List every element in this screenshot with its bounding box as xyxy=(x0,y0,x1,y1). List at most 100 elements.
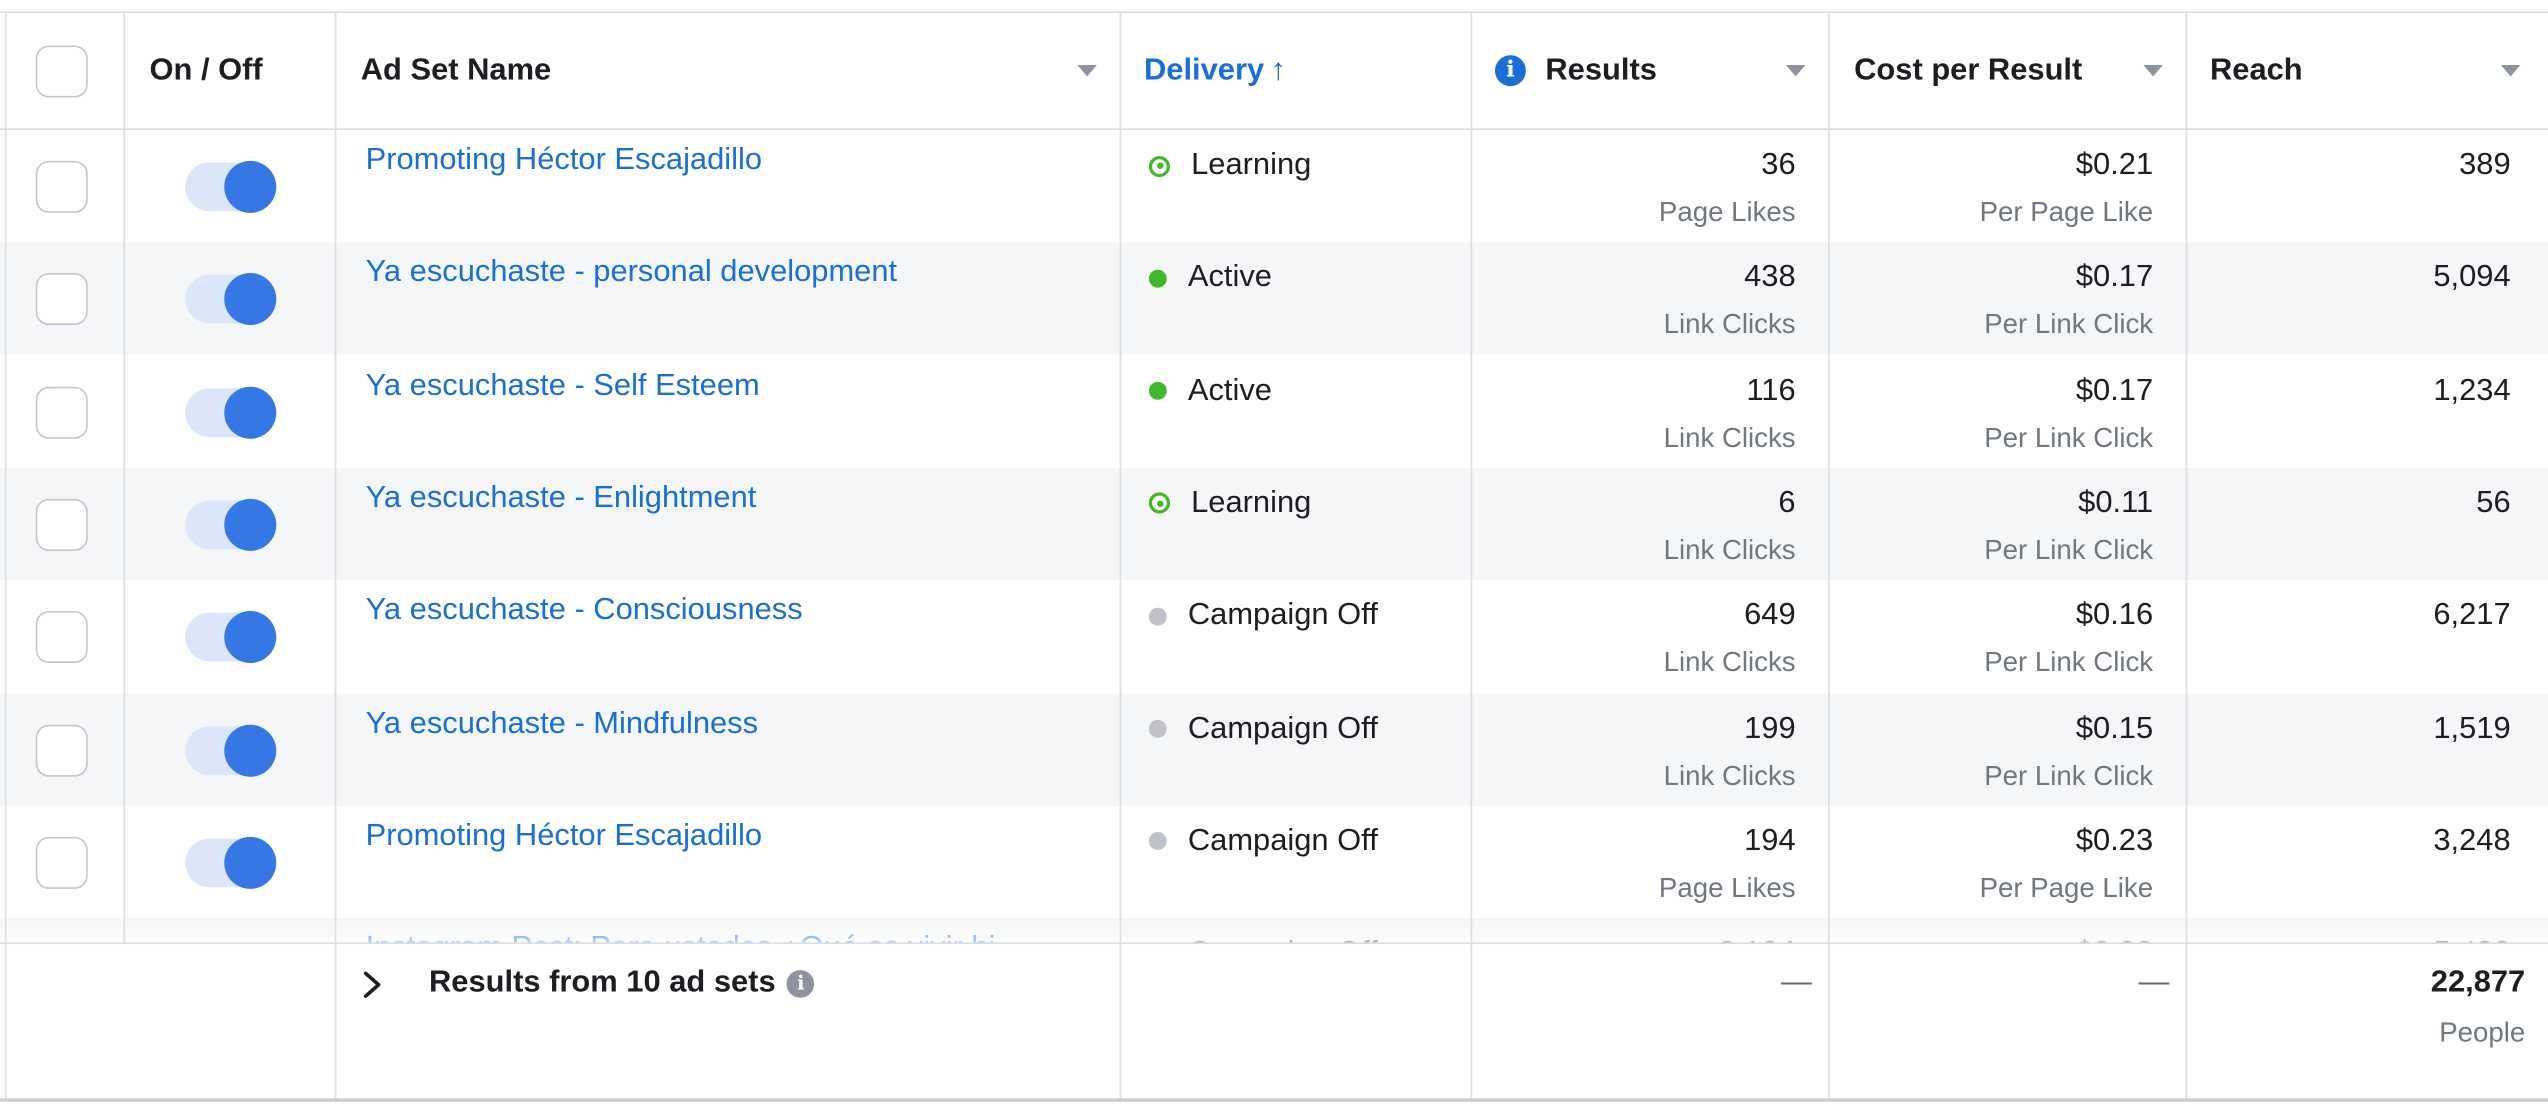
results-unit: Link Clicks xyxy=(1663,759,1796,791)
chevron-down-icon[interactable] xyxy=(1785,65,1806,77)
table-row[interactable]: Ya escuchaste - Consciousness Campaign Of… xyxy=(0,580,2548,692)
status-dot-icon xyxy=(1148,493,1170,515)
reach-value: 3,248 xyxy=(2433,823,2511,858)
table-row[interactable]: Promoting Héctor Escajadillo Learning 36 Pa… xyxy=(0,130,2548,242)
column-header-results-label: Results xyxy=(1545,52,1657,87)
on-off-toggle[interactable] xyxy=(185,273,277,326)
row-checkbox[interactable] xyxy=(35,498,88,551)
cost-per-result-value: $0.23 xyxy=(2075,823,2154,858)
reach-value: 56 xyxy=(2476,485,2511,520)
summary-cost: — xyxy=(2138,965,2170,1000)
cost-per-result-value: $0.21 xyxy=(2075,147,2154,182)
results-unit: Page Likes xyxy=(1658,196,1796,228)
delivery-status-label: Learning xyxy=(1191,485,1312,520)
cost-per-result-value: $0.11 xyxy=(2078,485,2154,520)
column-header-delivery[interactable]: Delivery ↑ xyxy=(1144,13,1286,128)
table-row[interactable]: Ya escuchaste - Mindfulness Campaign Off 1… xyxy=(0,693,2548,806)
on-off-toggle[interactable] xyxy=(185,611,277,664)
results-value: 36 xyxy=(1761,147,1796,182)
reach-value: 1,519 xyxy=(2433,710,2511,746)
row-checkbox[interactable] xyxy=(35,160,88,213)
column-divider xyxy=(334,13,337,1099)
row-checkbox[interactable] xyxy=(35,836,88,889)
results-value: 438 xyxy=(1744,260,1796,295)
column-header-reach[interactable]: Reach xyxy=(2210,13,2303,128)
results-unit: Link Clicks xyxy=(1663,309,1796,341)
ad-set-name-link[interactable]: Ya escuchaste - personal development xyxy=(366,256,898,292)
column-divider xyxy=(1828,13,1830,1099)
ad-set-name-link[interactable]: Ya escuchaste - Consciousness xyxy=(366,593,803,629)
delivery-status-label: Campaign Off xyxy=(1187,598,1378,633)
results-value: 649 xyxy=(1744,598,1796,633)
delivery-status: Active xyxy=(1148,373,1272,409)
chevron-down-icon[interactable] xyxy=(1077,65,1097,77)
delivery-status-label: Active xyxy=(1187,260,1272,295)
ad-sets-table: On / Off Ad Set Name Delivery ↑ i Result… xyxy=(0,0,2548,1107)
ad-set-name-link[interactable]: Promoting Héctor Escajadillo xyxy=(366,143,762,179)
cost-per-result-unit: Per Page Like xyxy=(1979,872,2154,904)
delivery-status: Learning xyxy=(1148,148,1311,184)
reach-value: 1,234 xyxy=(2433,373,2511,408)
status-dot-icon xyxy=(1148,269,1167,288)
column-header-ad-set-name[interactable]: Ad Set Name xyxy=(361,13,551,128)
toggle-knob xyxy=(224,273,277,326)
table-row[interactable]: Promoting Héctor Escajadillo Campaign Off… xyxy=(0,806,2548,918)
row-checkbox[interactable] xyxy=(35,723,88,776)
ad-set-name-link[interactable]: Promoting Héctor Escajadillo xyxy=(366,819,762,855)
column-header-results[interactable]: i Results xyxy=(1495,13,1657,128)
summary-label[interactable]: Results from 10 ad sets i xyxy=(429,965,815,1001)
cost-per-result-unit: Per Link Click xyxy=(1984,309,2154,341)
table-left-border xyxy=(4,13,7,1099)
info-icon[interactable]: i xyxy=(1495,55,1526,87)
column-header-cost-per-result[interactable]: Cost per Result xyxy=(1854,13,2082,128)
status-dot-icon xyxy=(1148,607,1167,626)
row-checkbox[interactable] xyxy=(35,611,88,664)
delivery-status: Campaign Off xyxy=(1148,823,1378,860)
toggle-knob xyxy=(224,611,277,664)
cost-per-result-value: $0.15 xyxy=(2075,710,2154,746)
table-row[interactable]: Ya escuchaste - Self Esteem Active 116 Link… xyxy=(0,355,2548,467)
ad-set-name-link[interactable]: Ya escuchaste - Mindfulness xyxy=(366,706,758,742)
on-off-toggle[interactable] xyxy=(185,160,277,213)
select-all-checkbox[interactable] xyxy=(35,45,88,98)
results-value: 194 xyxy=(1744,823,1796,858)
delivery-status: Learning xyxy=(1148,485,1312,522)
reach-value: 389 xyxy=(2459,147,2511,182)
results-value: 116 xyxy=(1746,373,1796,408)
on-off-toggle[interactable] xyxy=(185,498,277,551)
info-icon[interactable]: i xyxy=(787,969,815,997)
results-unit: Link Clicks xyxy=(1663,647,1796,678)
status-dot-icon xyxy=(1148,832,1167,851)
status-dot-icon xyxy=(1148,155,1170,177)
cost-per-result-unit: Per Page Like xyxy=(1979,196,2154,228)
summary-reach-unit: People xyxy=(2439,1017,2526,1049)
results-unit: Link Clicks xyxy=(1663,421,1796,453)
on-off-toggle[interactable] xyxy=(185,386,277,439)
toggle-knob xyxy=(224,723,277,776)
table-row[interactable]: Ya escuchaste - personal development Acti… xyxy=(0,242,2548,355)
results-value: 199 xyxy=(1744,710,1796,746)
ad-set-name-link[interactable]: Ya escuchaste - Self Esteem xyxy=(366,368,760,404)
column-divider xyxy=(2185,13,2188,1099)
chevron-right-icon[interactable] xyxy=(361,970,384,999)
table-row[interactable]: Ya escuchaste - Enlightment Learning 6 Link… xyxy=(0,467,2548,580)
ad-set-name-link[interactable]: Ya escuchaste - Enlightment xyxy=(366,481,757,517)
status-dot-icon xyxy=(1148,382,1167,400)
summary-results: — xyxy=(1781,965,1812,1000)
cost-per-result-unit: Per Link Click xyxy=(1984,759,2154,791)
chevron-down-icon[interactable] xyxy=(2143,65,2163,77)
toggle-knob xyxy=(224,498,277,551)
row-checkbox[interactable] xyxy=(35,386,88,439)
chevron-down-icon[interactable] xyxy=(2500,65,2521,77)
on-off-toggle[interactable] xyxy=(185,836,277,889)
results-unit: Link Clicks xyxy=(1663,534,1796,566)
on-off-toggle[interactable] xyxy=(185,723,277,776)
row-checkbox[interactable] xyxy=(35,273,88,326)
delivery-status: Campaign Off xyxy=(1148,598,1378,634)
summary-label-text: Results from 10 ad sets xyxy=(429,965,776,1000)
status-dot-icon xyxy=(1148,719,1167,738)
delivery-status-label: Campaign Off xyxy=(1187,823,1378,858)
column-header-delivery-label: Delivery xyxy=(1144,52,1265,87)
column-divider xyxy=(1119,13,1122,1099)
column-header-on-off[interactable]: On / Off xyxy=(150,13,263,128)
